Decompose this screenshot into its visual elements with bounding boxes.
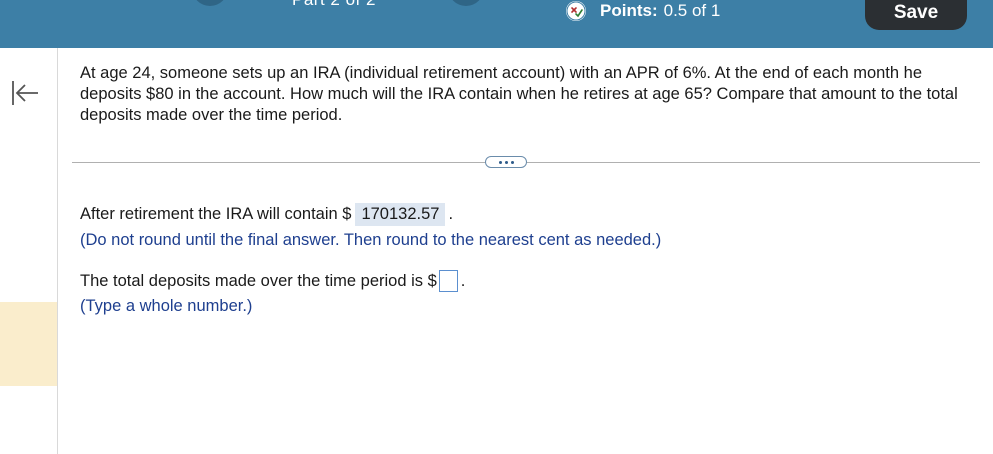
answer1-line: After retirement the IRA will contain $ … bbox=[80, 203, 453, 226]
nav-circle-left[interactable] bbox=[192, 0, 228, 6]
answer2-suffix: . bbox=[460, 271, 466, 290]
partial-credit-icon bbox=[566, 1, 586, 21]
answer1-prefix: After retirement the IRA will contain $ bbox=[80, 205, 352, 223]
answer2-hint: (Type a whole number.) bbox=[80, 297, 253, 315]
question-text: At age 24, someone sets up an IRA (indiv… bbox=[80, 64, 958, 124]
nav-circle-right[interactable] bbox=[448, 0, 484, 6]
dot-icon bbox=[504, 160, 508, 164]
collapse-left-icon[interactable] bbox=[10, 78, 40, 108]
save-button[interactable]: Save bbox=[865, 0, 967, 30]
points-value: 0.5 of 1 bbox=[663, 1, 721, 20]
part-label: Part 2 of 2 bbox=[292, 0, 376, 10]
dot-icon bbox=[510, 160, 514, 164]
total-deposits-input[interactable] bbox=[438, 270, 458, 292]
more-options-button[interactable] bbox=[485, 156, 527, 168]
answer1-suffix: . bbox=[448, 205, 454, 223]
side-highlight bbox=[0, 302, 57, 386]
points-label: Points: bbox=[600, 1, 658, 20]
answer1-hint: (Do not round until the final answer. Th… bbox=[80, 231, 662, 249]
points-indicator: Points: 0.5 of 1 bbox=[566, 0, 720, 22]
answer1-value[interactable]: 170132.57 bbox=[355, 203, 446, 226]
dot-icon bbox=[498, 160, 502, 164]
answer2-line: The total deposits made over the time pe… bbox=[80, 270, 465, 292]
top-bar: Part 2 of 2 Points: 0.5 of 1 Save bbox=[0, 0, 993, 48]
left-panel bbox=[0, 48, 58, 454]
answer2-prefix: The total deposits made over the time pe… bbox=[80, 271, 437, 290]
